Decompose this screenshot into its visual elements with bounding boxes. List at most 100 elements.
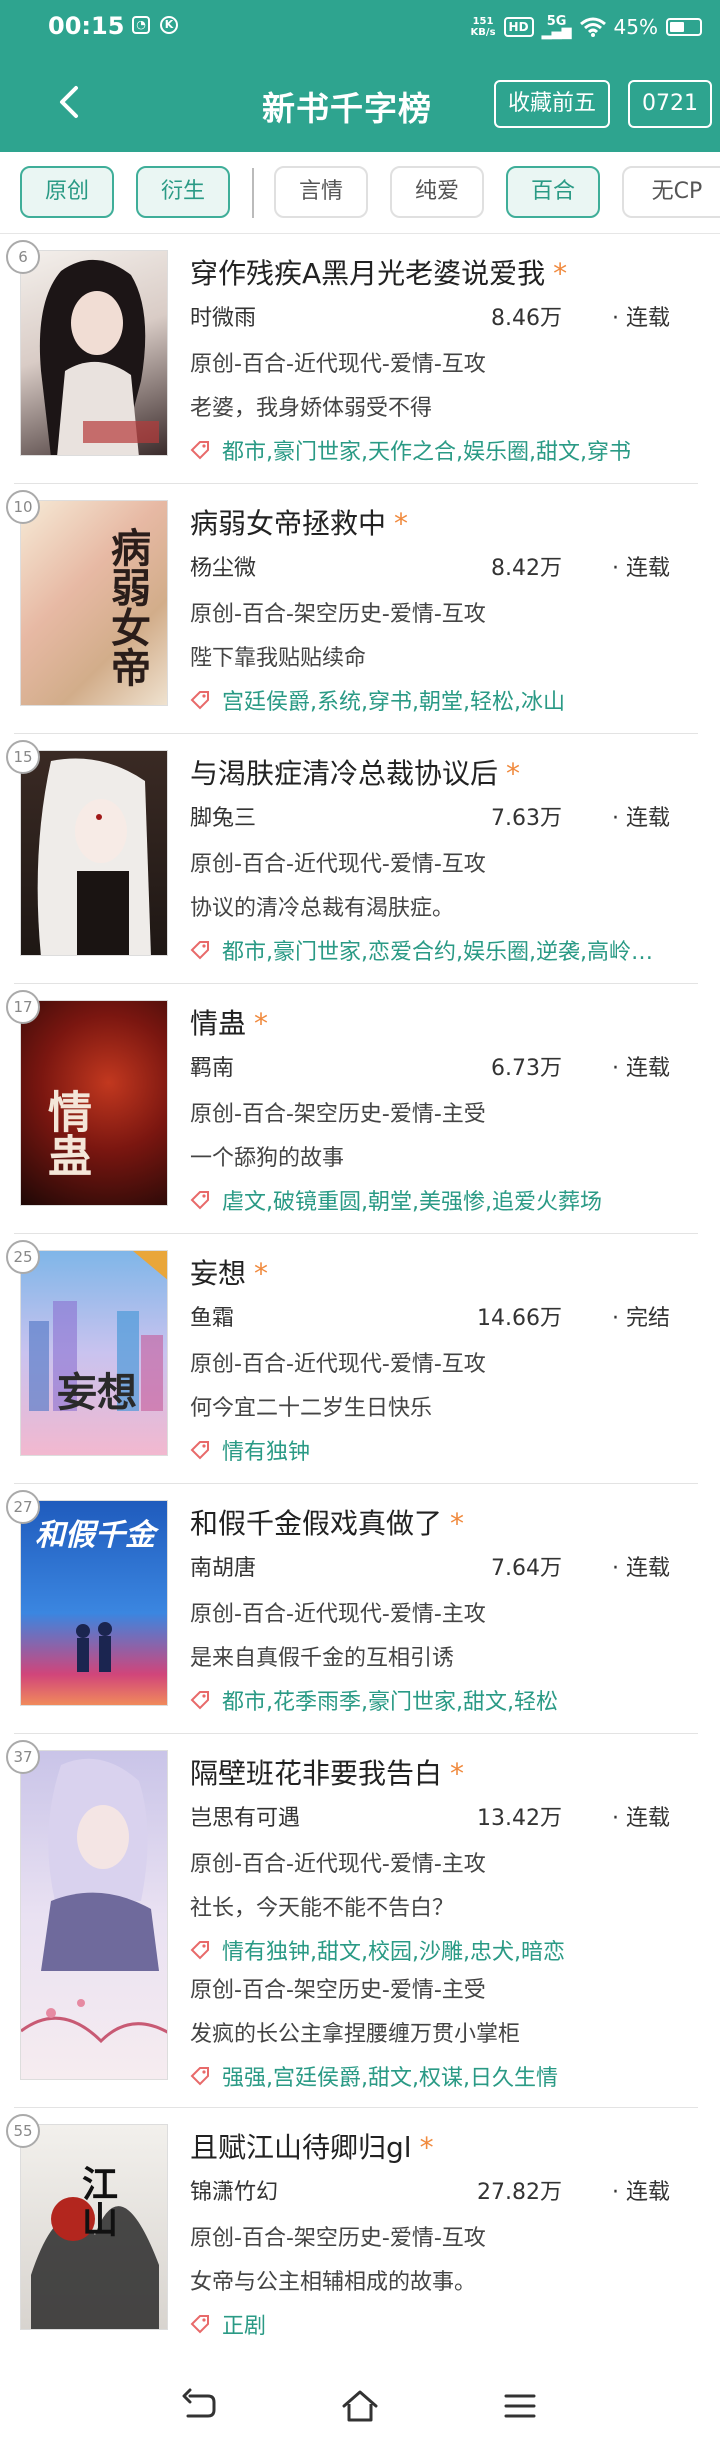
cover-title: 江山 [76,2165,118,2237]
notification-icon: ◔ [132,16,150,34]
book-cover [20,250,168,456]
book-category: 原创-百合-架空历史-爱情-主受 [190,1978,486,2003]
book-author[interactable]: 脚兔三 [190,800,256,832]
book-title[interactable]: 病弱女帝拯救中 * [190,502,408,542]
book-title[interactable]: 隔壁班花非要我告白 * [190,1752,464,1792]
book-author[interactable]: 羁南 [190,1050,234,1082]
new-star-icon: * [254,1007,269,1040]
wifi-icon [579,17,606,37]
rank-badge: 25 [6,1240,40,1274]
book-title[interactable]: 且赋江山待卿归gl * [190,2126,434,2166]
book-author[interactable]: 时微雨 [190,300,256,332]
book-category: 原创-百合-近代现代-爱情-互攻 [190,352,486,377]
status-bar: 00:15 ◔ K 151 KB/s HD 5G ▂▄▆ 45% [0,0,720,56]
category-filter-bar: 原创 衍生 言情 纯爱 百合 无CP [0,152,720,234]
word-count: 8.46万 [491,306,562,331]
book-summary: 社长，今天能不能不告白？ [190,1896,455,1921]
rank-badge: 17 [6,990,40,1024]
tag-icon [190,941,209,960]
cover-art [37,758,151,955]
book-summary: 发疯的长公主拿捏腰缠万贯小掌柜 [190,2022,521,2047]
new-star-icon: * [450,1757,465,1790]
rank-badge: 15 [6,740,40,774]
net-speed: 151 KB/s [470,16,496,38]
book-cover: 情蛊 [20,1000,168,1206]
filter-chip[interactable]: 无CP [622,166,720,218]
top5-favorites-button[interactable]: 收藏前五 [494,80,611,128]
book-cover: 病弱女帝 [20,500,168,706]
cover-art [29,1251,167,1411]
cover-art [39,260,159,455]
tag-icon [190,2315,209,2334]
book-cover [20,1750,168,2080]
book-category: 原创-百合-近代现代-爱情-互攻 [190,852,486,877]
book-item[interactable]: 6 穿作残疾A黑月光老婆说爱我 * 时微雨 8.46万 · 连载 原创-百合-近代… [0,234,720,484]
book-category: 原创-百合-近代现代-爱情-主攻 [190,1852,486,1877]
tag-icon [190,2067,209,2086]
word-count: 14.66万 [477,1306,562,1331]
filter-chip[interactable]: 百合 [506,166,600,218]
book-tags: 强强,宫廷侯爵,甜文,权谋,日久生情 [190,2060,558,2092]
cover-title: 妄想 [57,1369,137,1416]
book-category: 原创-百合-架空历史-爱情-互攻 [190,2226,486,2251]
word-count: 7.63万 [491,806,562,831]
book-tags: 都市,豪门世家,恋爱合约,娱乐圈,逆袭,高岭… [190,934,653,966]
filter-chip[interactable]: 纯爱 [390,166,484,218]
tag-icon [190,1191,209,1210]
menu-nav-icon[interactable] [500,2388,540,2424]
book-tags: 情有独钟,甜文,校园,沙雕,忠犬,暗恋 [190,1934,565,1966]
book-title[interactable]: 情蛊 * [190,1002,268,1042]
serial-status: · 连载 [612,2180,670,2205]
book-title[interactable]: 妄想 * [190,1252,268,1292]
book-item[interactable]: 25 妄想 妄想 * 鱼霜 14.66万 · 完结 原创-百合-近代现代-爱情-互… [0,1234,720,1484]
book-author[interactable]: 南胡唐 [190,1550,256,1582]
hd-icon: HD [503,17,534,37]
serial-status: · 连载 [612,1056,670,1081]
word-count: 6.73万 [491,1056,562,1081]
new-star-icon: * [394,507,409,540]
book-title[interactable]: 与渴肤症清冷总裁协议后 * [190,752,520,792]
book-item[interactable]: 55 江山 且赋江山待卿归gl * 锦潇竹幻 27.82万 · 连载 原创-百合-… [0,2108,720,2358]
book-item[interactable]: 15 与渴肤症清冷总裁协议后 * 脚兔三 7.63万 · 连载 原创-百合-近代现… [0,734,720,984]
book-tags: 虐文,破镜重圆,朝堂,美强惨,追爱火葬场 [190,1184,602,1216]
book-author[interactable]: 岂思有可遇 [190,1800,300,1832]
back-arrow-icon[interactable] [46,78,94,126]
cover-title: 情蛊 [40,1089,91,1177]
battery-percent: 45% [613,15,658,39]
book-category: 原创-百合-近代现代-爱情-主攻 [190,1602,486,1627]
rank-badge: 55 [6,2114,40,2148]
book-author[interactable]: 锦潇竹幻 [190,2174,278,2206]
book-author[interactable]: 杨尘微 [190,550,256,582]
book-item[interactable]: 27 和假千金 和假千金假戏真做了 * 南胡唐 7.64万 · 连载 原创-百合-… [0,1484,720,1734]
book-category: 原创-百合-架空历史-爱情-主受 [190,1102,486,1127]
filter-chip[interactable]: 衍生 [136,166,230,218]
book-item[interactable]: 17 情蛊 情蛊 * 羁南 6.73万 · 连载 原创-百合-架空历史-爱情-主受… [0,984,720,1234]
book-tags: 都市,豪门世家,天作之合,娱乐圈,甜文,穿书 [190,434,631,466]
date-button[interactable]: 0721 [628,80,712,128]
filter-chip[interactable]: 言情 [274,166,368,218]
serial-status: · 连载 [612,306,670,331]
book-item[interactable]: 10 病弱女帝 病弱女帝拯救中 * 杨尘微 8.42万 · 连载 原创-百合-架空… [0,484,720,734]
app-k-icon: K [160,16,178,34]
rank-badge: 6 [6,240,40,274]
new-star-icon: * [419,2131,434,2164]
home-nav-icon[interactable] [340,2388,380,2424]
book-summary: 何今宜二十二岁生日快乐 [190,1396,433,1421]
book-author[interactable]: 鱼霜 [190,1300,234,1332]
book-summary: 一个舔狗的故事 [190,1146,345,1171]
book-summary: 老婆，我身娇体弱受不得 [190,396,433,421]
book-tags: 都市,花季雨季,豪门世家,甜文,轻松 [190,1684,558,1716]
book-category: 原创-百合-架空历史-爱情-互攻 [190,602,486,627]
book-title[interactable]: 穿作残疾A黑月光老婆说爱我 * [190,252,567,292]
back-nav-icon[interactable] [180,2388,220,2424]
book-item[interactable]: 37 隔壁班花非要我告白 * 岂思有可遇 13.42万 · 连载 原创-百合-近代… [0,1734,720,2108]
cover-art [76,1622,112,1672]
serial-status: · 连载 [612,556,670,581]
serial-status: · 连载 [612,1556,670,1581]
book-cover [20,750,168,956]
filter-chip[interactable]: 原创 [20,166,114,218]
new-star-icon: * [553,257,568,290]
book-tags: 宫廷侯爵,系统,穿书,朝堂,轻松,冰山 [190,684,565,716]
nav-bar: 新书千字榜 收藏前五 0721 [0,72,720,136]
book-title[interactable]: 和假千金假戏真做了 * [190,1502,464,1542]
